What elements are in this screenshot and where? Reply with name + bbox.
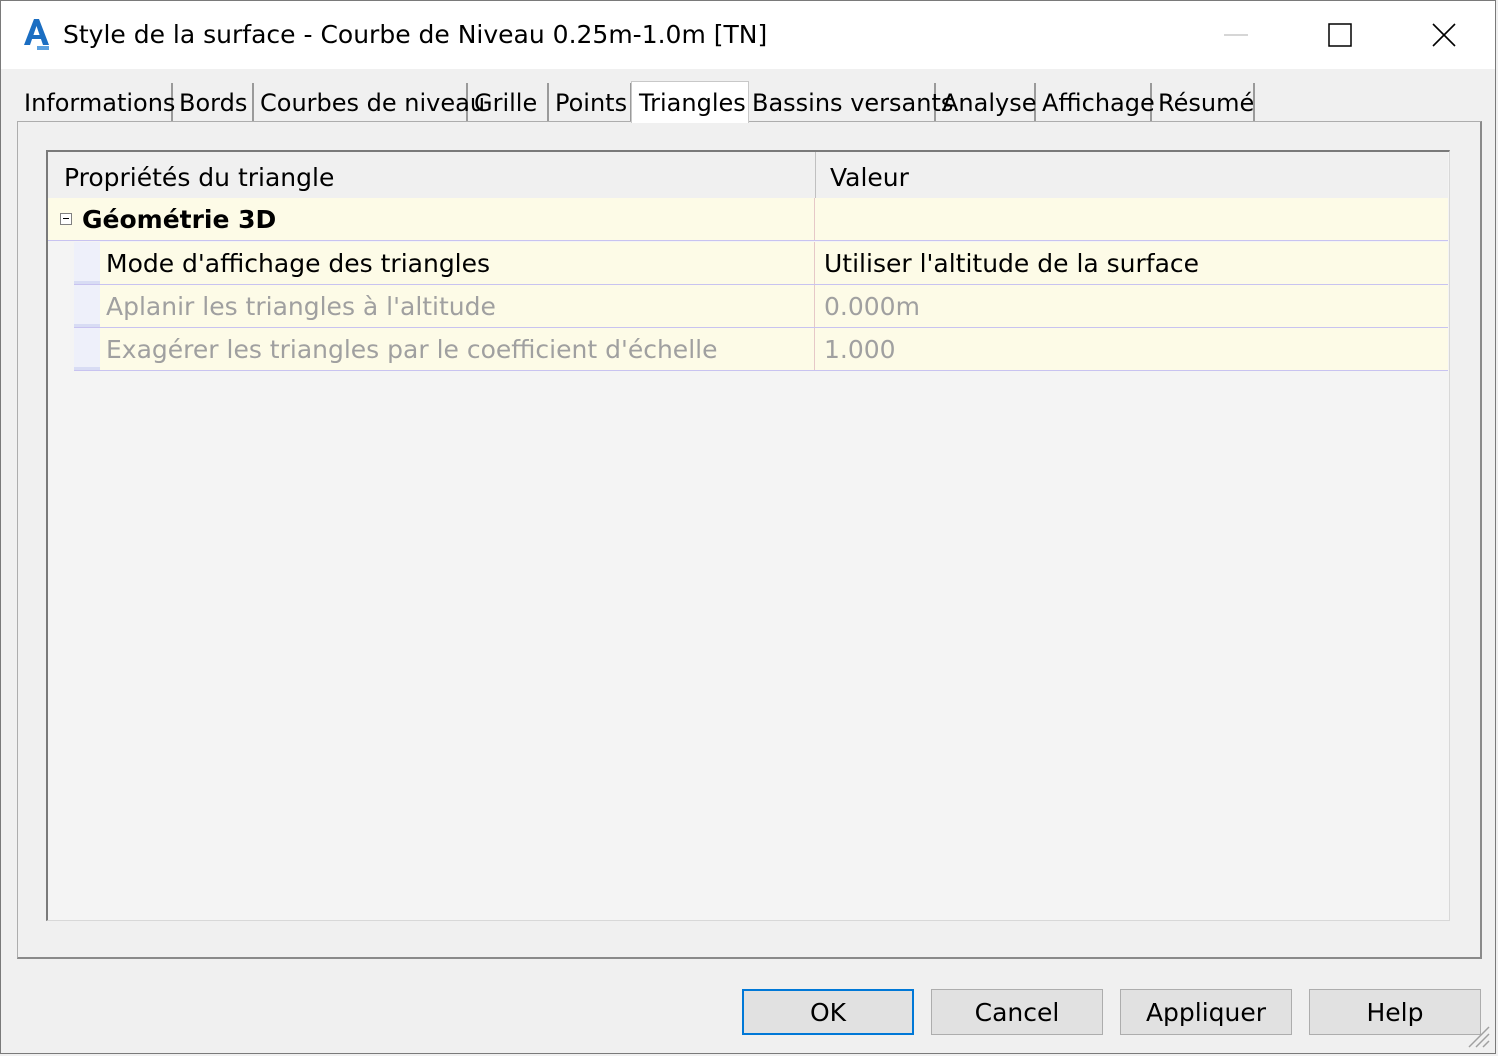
property-row-aplanir[interactable]: Aplanir les triangles à l'altitude 0.000… — [74, 285, 1448, 328]
tab-label: Courbes de niveau — [260, 89, 486, 117]
minimize-icon — [1224, 34, 1248, 36]
tab-label: Affichage — [1042, 89, 1155, 117]
tab-analyse[interactable]: Analyse — [935, 83, 1036, 121]
column-separator — [814, 328, 815, 370]
apply-button[interactable]: Appliquer — [1120, 989, 1292, 1035]
property-grid[interactable]: Propriétés du triangle Valeur Géométrie … — [46, 150, 1450, 921]
minimize-button[interactable] — [1191, 1, 1281, 69]
row-indent — [74, 328, 100, 370]
tab-resume[interactable]: Résumé — [1151, 83, 1255, 121]
tab-grille[interactable]: Grille — [467, 83, 549, 121]
tab-label: Résumé — [1158, 89, 1255, 117]
tab-courbes-de-niveau[interactable]: Courbes de niveau — [253, 83, 485, 121]
column-separator — [814, 198, 815, 240]
maximize-icon — [1328, 23, 1352, 47]
row-indent — [74, 242, 100, 284]
close-button[interactable] — [1399, 1, 1489, 69]
collapse-icon[interactable] — [60, 213, 72, 225]
property-value[interactable]: Utiliser l'altitude de la surface — [824, 242, 1199, 284]
tab-label: Bassins versants — [752, 89, 954, 117]
tab-bassins-versants[interactable]: Bassins versants — [746, 83, 953, 121]
property-name: Mode d'affichage des triangles — [106, 249, 491, 278]
tab-label: Triangles — [639, 89, 746, 117]
dialog-window: Style de la surface - Courbe de Niveau 0… — [0, 0, 1496, 1054]
category-label: Géométrie 3D — [82, 205, 277, 234]
autocad-civil-3d-app-icon — [21, 17, 51, 51]
property-name: Aplanir les triangles à l'altitude — [106, 292, 496, 321]
property-row-exagerer[interactable]: Exagérer les triangles par le coefficien… — [74, 328, 1448, 371]
tab-informations[interactable]: Informations — [17, 83, 176, 121]
tab-triangles[interactable]: Triangles — [631, 81, 749, 123]
tab-bords[interactable]: Bords — [172, 83, 254, 121]
row-indent — [74, 285, 100, 327]
property-value: 1.000 — [824, 335, 896, 364]
property-value: 0.000m — [824, 292, 920, 321]
column-header-value[interactable]: Valeur — [816, 152, 1448, 198]
window-title: Style de la surface - Courbe de Niveau 0… — [63, 20, 768, 49]
tab-label: Analyse — [942, 89, 1037, 117]
help-button[interactable]: Help — [1309, 989, 1481, 1035]
property-row-mode-affichage[interactable]: Mode d'affichage des triangles Utiliser … — [74, 242, 1448, 285]
tab-label: Bords — [179, 89, 248, 117]
column-header-property[interactable]: Propriétés du triangle — [48, 152, 816, 198]
tab-points[interactable]: Points — [548, 83, 632, 121]
resize-grip-icon[interactable] — [1463, 1021, 1491, 1049]
tab-affichage[interactable]: Affichage — [1035, 83, 1155, 121]
ok-button[interactable]: OK — [742, 989, 914, 1035]
column-separator — [814, 285, 815, 327]
grid-header: Propriétés du triangle Valeur — [48, 152, 1448, 199]
cancel-button[interactable]: Cancel — [931, 989, 1103, 1035]
property-name: Exagérer les triangles par le coefficien… — [106, 335, 718, 364]
close-icon — [1432, 23, 1456, 47]
maximize-button[interactable] — [1295, 1, 1385, 69]
column-separator — [814, 242, 815, 284]
category-row-geometrie-3d[interactable]: Géométrie 3D — [48, 198, 1448, 241]
tab-label: Informations — [24, 89, 176, 117]
title-bar[interactable]: Style de la surface - Courbe de Niveau 0… — [1, 1, 1495, 69]
tab-label: Points — [555, 89, 628, 117]
tab-label: Grille — [474, 89, 538, 117]
